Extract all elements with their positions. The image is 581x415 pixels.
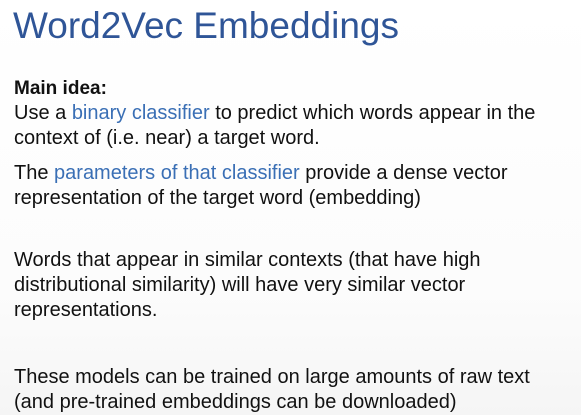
paragraph-classifier-parameters: The parameters of that classifier provid… — [14, 161, 574, 211]
classifier-parameters-highlight: parameters of that classifier — [54, 162, 300, 184]
slide-title: Word2Vec Embeddings — [13, 5, 399, 46]
paragraph-binary-classifier: Use a binary classifier to predict which… — [14, 101, 574, 151]
p1-text-pre: Use a — [14, 102, 72, 124]
p2-text-pre: The — [14, 162, 55, 184]
binary-classifier-highlight: binary classifier — [71, 102, 210, 124]
paragraph-similar-contexts: Words that appear in similar contexts (t… — [14, 249, 481, 321]
main-idea-heading: Main idea: — [14, 78, 107, 99]
slide: Word2Vec Embeddings Main idea: Use a bin… — [0, 0, 581, 415]
paragraph-training: These models can be trained on large amo… — [14, 366, 530, 413]
